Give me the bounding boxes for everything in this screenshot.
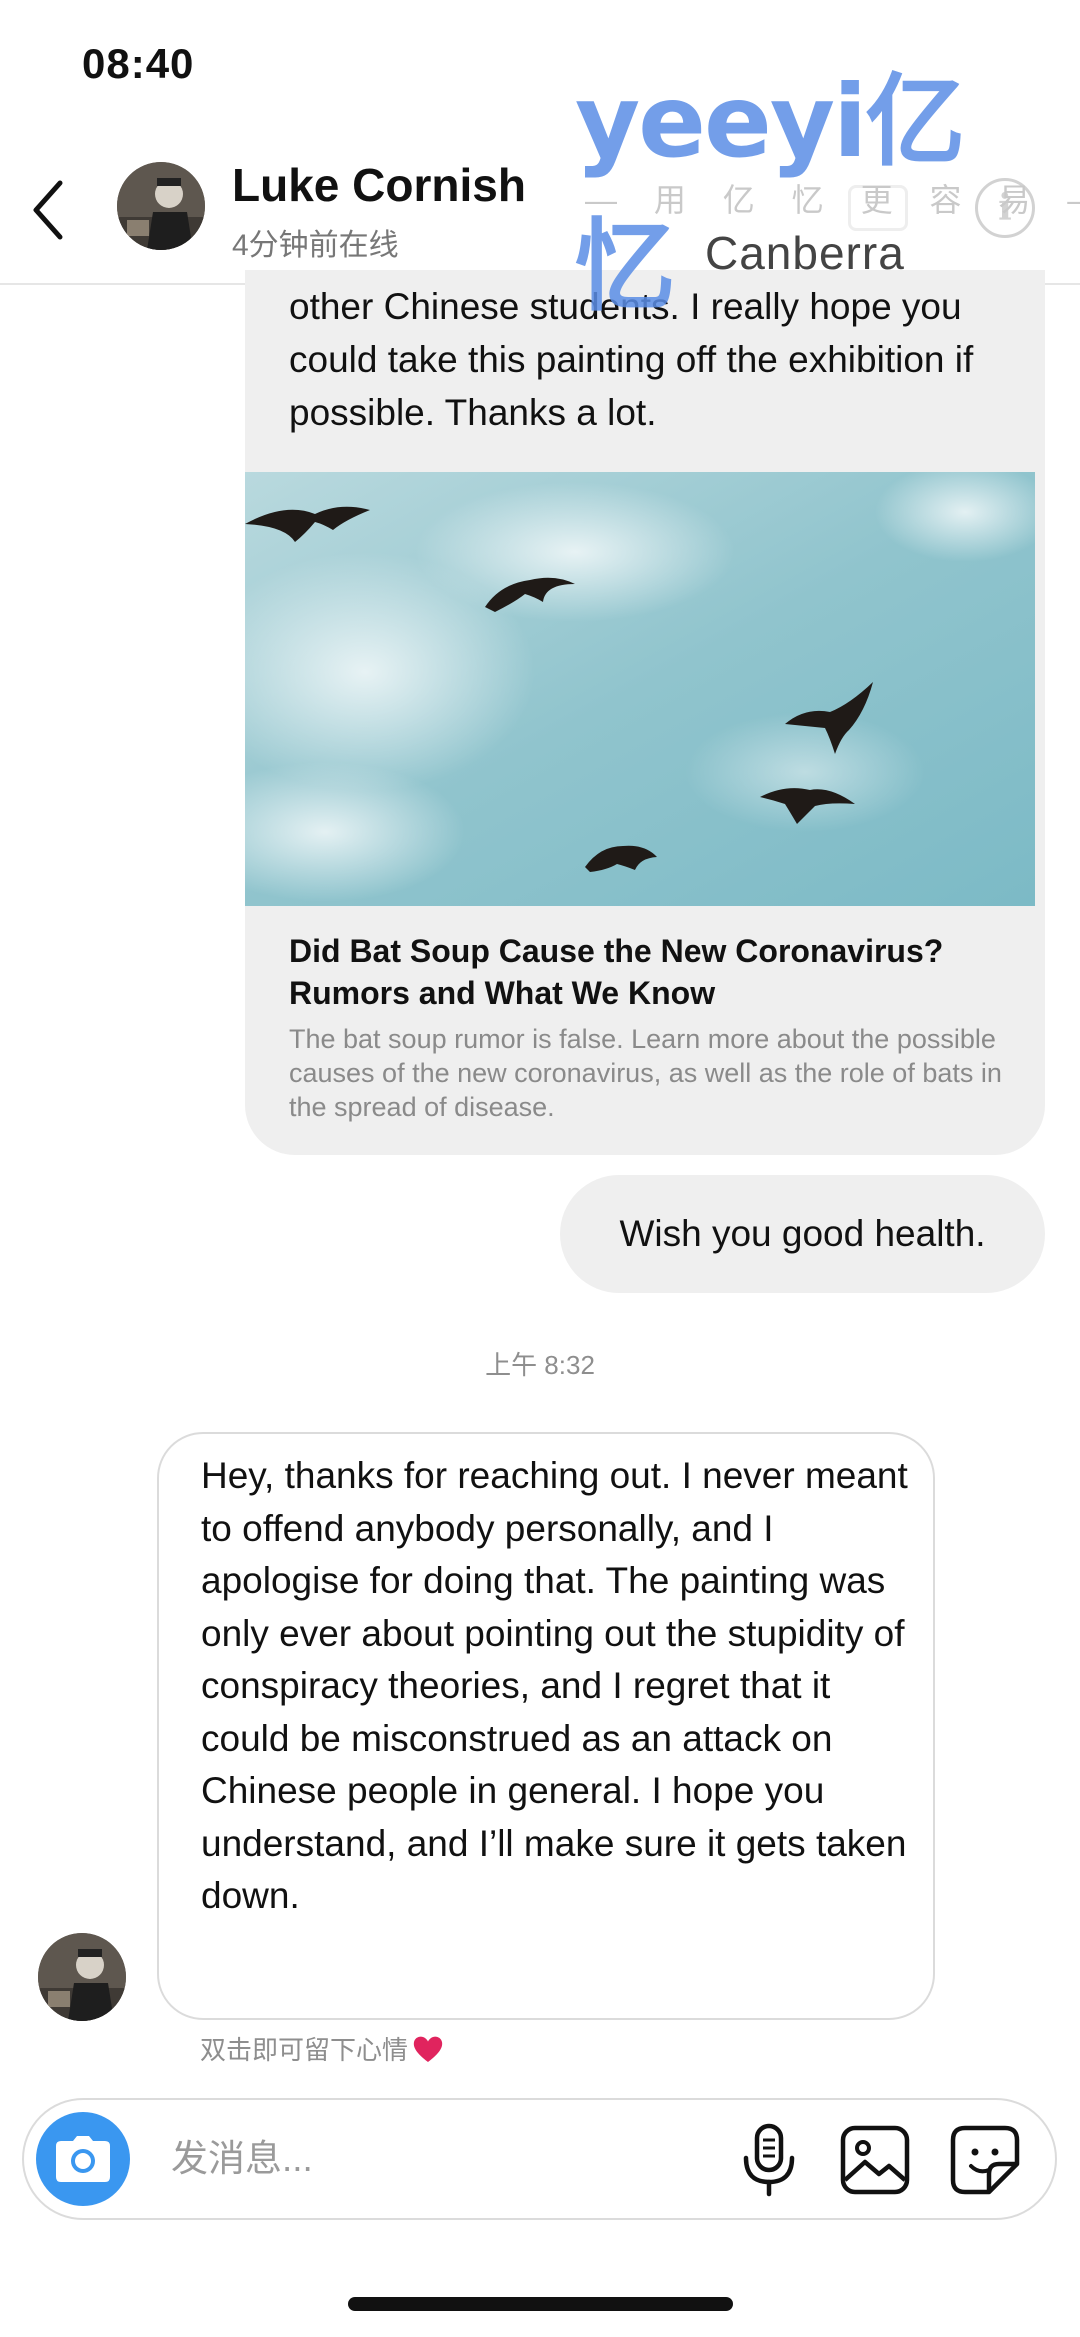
sender-avatar[interactable]	[38, 1933, 126, 2021]
outgoing-message[interactable]: Wish you good health.	[560, 1175, 1045, 1293]
contact-name[interactable]: Luke Cornish	[232, 158, 526, 212]
contact-avatar[interactable]	[117, 162, 205, 250]
gallery-icon[interactable]	[839, 2124, 911, 2196]
back-arrow-icon[interactable]	[28, 175, 68, 245]
chat-header: Luke Cornish 4分钟前在线 i	[0, 150, 1080, 285]
status-bar-time: 08:40	[82, 40, 195, 87]
message-composer	[22, 2098, 1057, 2220]
message-timestamp: 上午 8:32	[485, 1350, 595, 1380]
sticker-icon[interactable]	[949, 2124, 1021, 2196]
reaction-hint-text: 双击即可留下心情	[200, 2035, 409, 2065]
reaction-hint: 双击即可留下心情	[200, 2030, 444, 2067]
camera-icon	[56, 2136, 110, 2182]
bats-sky-image[interactable]	[245, 472, 1035, 906]
message-text: other Chinese students. I really hope yo…	[289, 286, 974, 433]
video-call-icon[interactable]	[848, 185, 908, 231]
incoming-message-text: Hey, thanks for reaching out. I never me…	[201, 1455, 908, 1916]
shared-link-message[interactable]: other Chinese students. I really hope yo…	[245, 270, 1045, 1155]
chat-screen: 08:40 Luke Cornish 4分钟前在线 i other Chines…	[0, 0, 1080, 2337]
home-indicator[interactable]	[348, 2297, 733, 2311]
microphone-icon[interactable]	[734, 2122, 804, 2198]
message-input[interactable]	[169, 2122, 709, 2196]
incoming-message[interactable]: Hey, thanks for reaching out. I never me…	[157, 1432, 935, 2020]
link-description: The bat soup rumor is false. Learn more …	[289, 1024, 1002, 1122]
link-title: Did Bat Soup Cause the New Coronavirus? …	[289, 933, 944, 1011]
heart-icon	[413, 2036, 443, 2062]
contact-last-seen: 4分钟前在线	[232, 229, 399, 262]
info-icon[interactable]: i	[975, 178, 1035, 238]
camera-button[interactable]	[36, 2112, 130, 2206]
